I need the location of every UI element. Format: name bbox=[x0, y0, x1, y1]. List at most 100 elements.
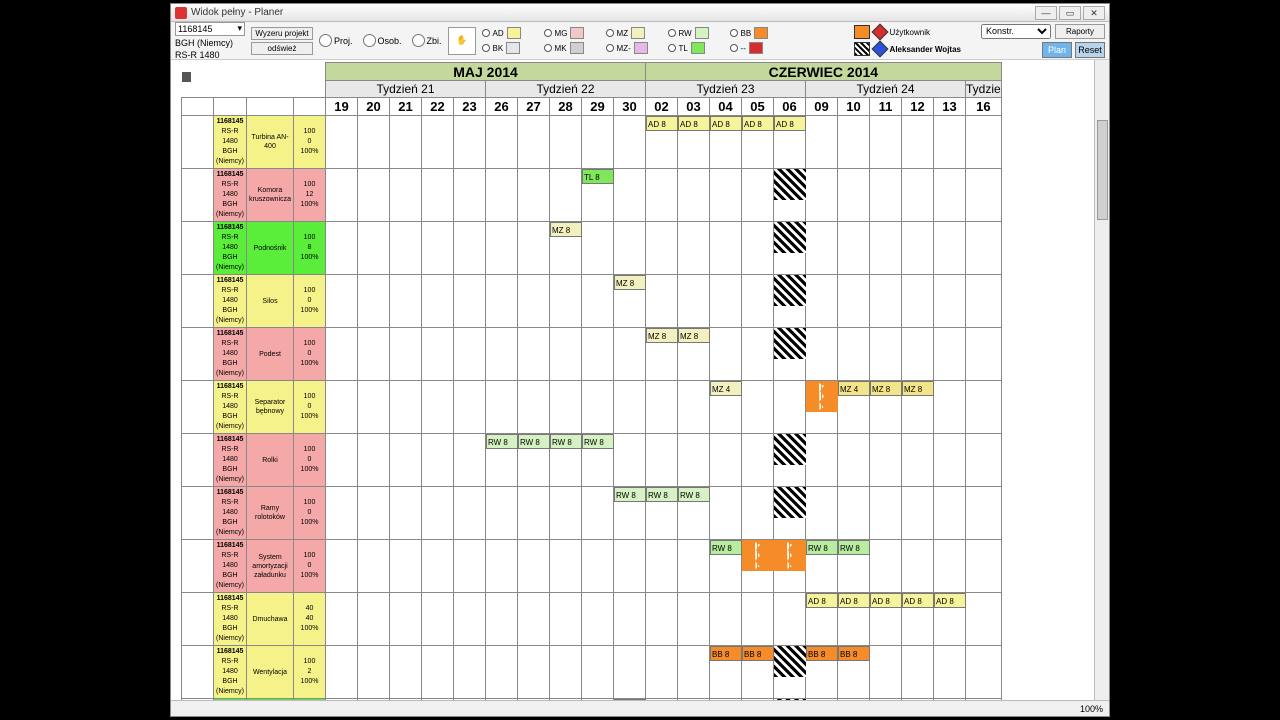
opt-osob[interactable]: Osob. bbox=[363, 34, 402, 47]
legend-radio[interactable] bbox=[482, 44, 490, 52]
gantt-cell[interactable] bbox=[486, 593, 518, 646]
gantt-cell[interactable] bbox=[838, 169, 870, 222]
gantt-cell[interactable] bbox=[390, 434, 422, 487]
allocation-chip[interactable]: AD 8 bbox=[678, 116, 710, 131]
gantt-cell[interactable] bbox=[678, 169, 710, 222]
gantt-cell[interactable] bbox=[582, 381, 614, 434]
gantt-cell[interactable]: RW 8 bbox=[678, 487, 710, 540]
gantt-cell[interactable]: RW 8 bbox=[806, 540, 838, 593]
deadline-flag-icon[interactable] bbox=[774, 275, 806, 306]
gantt-cell[interactable]: RW 8 bbox=[614, 487, 646, 540]
gantt-cell[interactable] bbox=[806, 434, 838, 487]
gantt-cell[interactable]: RW 8 bbox=[582, 434, 614, 487]
gantt-cell[interactable] bbox=[774, 540, 806, 593]
gantt-cell[interactable] bbox=[454, 646, 486, 699]
deadline-flag-icon[interactable] bbox=[774, 169, 806, 200]
gantt-cell[interactable] bbox=[422, 222, 454, 275]
gantt-cell[interactable] bbox=[902, 169, 934, 222]
gantt-cell[interactable] bbox=[390, 275, 422, 328]
split-marker-icon[interactable] bbox=[806, 381, 838, 412]
gantt-cell[interactable] bbox=[678, 540, 710, 593]
gantt-cell[interactable]: MZ 8 bbox=[902, 381, 934, 434]
gantt-cell[interactable] bbox=[486, 169, 518, 222]
gantt-cell[interactable] bbox=[774, 275, 806, 328]
gantt-cell[interactable] bbox=[550, 169, 582, 222]
gantt-cell[interactable] bbox=[390, 169, 422, 222]
refresh-button[interactable]: odśwież bbox=[251, 42, 313, 55]
gantt-cell[interactable] bbox=[870, 328, 902, 381]
gantt-cell[interactable] bbox=[742, 593, 774, 646]
gantt-cell[interactable] bbox=[582, 593, 614, 646]
gantt-cell[interactable] bbox=[966, 169, 1002, 222]
minimize-button[interactable]: — bbox=[1035, 6, 1057, 20]
gantt-cell[interactable] bbox=[838, 116, 870, 169]
gantt-cell[interactable] bbox=[806, 169, 838, 222]
gantt-cell[interactable] bbox=[614, 116, 646, 169]
gantt-cell[interactable] bbox=[902, 434, 934, 487]
project-number-select[interactable]: 1168145▾ bbox=[175, 22, 245, 36]
deadline-flag-icon[interactable] bbox=[774, 434, 806, 465]
gantt-cell[interactable] bbox=[806, 222, 838, 275]
gantt-cell[interactable] bbox=[390, 540, 422, 593]
gantt-cell[interactable] bbox=[358, 328, 390, 381]
allocation-chip[interactable]: RW 8 bbox=[646, 487, 678, 502]
gantt-cell[interactable] bbox=[710, 328, 742, 381]
gantt-cell[interactable] bbox=[742, 169, 774, 222]
gantt-cell[interactable] bbox=[550, 593, 582, 646]
gantt-cell[interactable] bbox=[870, 487, 902, 540]
gantt-cell[interactable] bbox=[486, 540, 518, 593]
gantt-cell[interactable] bbox=[742, 275, 774, 328]
gantt-cell[interactable] bbox=[358, 381, 390, 434]
user-select[interactable]: Konstr. bbox=[981, 24, 1051, 39]
gantt-cell[interactable] bbox=[646, 434, 678, 487]
gantt-cell[interactable] bbox=[422, 434, 454, 487]
vertical-scrollbar[interactable] bbox=[1094, 60, 1109, 716]
gantt-cell[interactable] bbox=[870, 646, 902, 699]
gantt-cell[interactable] bbox=[326, 593, 358, 646]
gantt-cell[interactable]: MZ 8 bbox=[614, 275, 646, 328]
gantt-cell[interactable] bbox=[870, 540, 902, 593]
gantt-cell[interactable] bbox=[582, 646, 614, 699]
gantt-cell[interactable] bbox=[614, 169, 646, 222]
allocation-chip[interactable]: RW 8 bbox=[838, 540, 870, 555]
gantt-cell[interactable] bbox=[454, 434, 486, 487]
gantt-cell[interactable] bbox=[614, 381, 646, 434]
gantt-cell[interactable] bbox=[518, 487, 550, 540]
gantt-cell[interactable] bbox=[326, 328, 358, 381]
gantt-cell[interactable]: MZ 8 bbox=[678, 328, 710, 381]
gantt-cell[interactable] bbox=[358, 169, 390, 222]
gantt-cell[interactable] bbox=[550, 275, 582, 328]
reset-project-button[interactable]: Wyzeru projekt bbox=[251, 27, 313, 40]
gantt-cell[interactable] bbox=[966, 487, 1002, 540]
gantt-cell[interactable] bbox=[966, 116, 1002, 169]
gantt-cell[interactable] bbox=[934, 434, 966, 487]
gantt-cell[interactable] bbox=[902, 328, 934, 381]
legend-radio[interactable] bbox=[668, 44, 676, 52]
gantt-cell[interactable] bbox=[742, 434, 774, 487]
gantt-cell[interactable] bbox=[550, 328, 582, 381]
allocation-chip[interactable]: AD 8 bbox=[934, 593, 966, 608]
gantt-cell[interactable]: BB 8 bbox=[710, 646, 742, 699]
allocation-chip[interactable]: AD 8 bbox=[838, 593, 870, 608]
gantt-cell[interactable] bbox=[710, 434, 742, 487]
gantt-cell[interactable] bbox=[518, 381, 550, 434]
allocation-chip[interactable]: AD 8 bbox=[710, 116, 742, 131]
gantt-cell[interactable] bbox=[518, 646, 550, 699]
gantt-cell[interactable] bbox=[614, 328, 646, 381]
allocation-chip[interactable]: MZ 4 bbox=[838, 381, 870, 396]
gantt-cell[interactable] bbox=[934, 222, 966, 275]
gantt-cell[interactable]: AD 8 bbox=[934, 593, 966, 646]
gantt-cell[interactable] bbox=[646, 646, 678, 699]
gantt-cell[interactable] bbox=[774, 487, 806, 540]
gantt-cell[interactable] bbox=[422, 169, 454, 222]
gantt-cell[interactable] bbox=[486, 116, 518, 169]
gantt-cell[interactable]: AD 8 bbox=[774, 116, 806, 169]
gantt-cell[interactable] bbox=[550, 540, 582, 593]
gantt-cell[interactable] bbox=[710, 487, 742, 540]
gantt-cell[interactable] bbox=[518, 593, 550, 646]
allocation-chip[interactable]: RW 8 bbox=[550, 434, 582, 449]
gantt-cell[interactable] bbox=[774, 646, 806, 699]
gantt-cell[interactable] bbox=[486, 381, 518, 434]
gantt-cell[interactable] bbox=[422, 275, 454, 328]
gantt-cell[interactable] bbox=[326, 169, 358, 222]
